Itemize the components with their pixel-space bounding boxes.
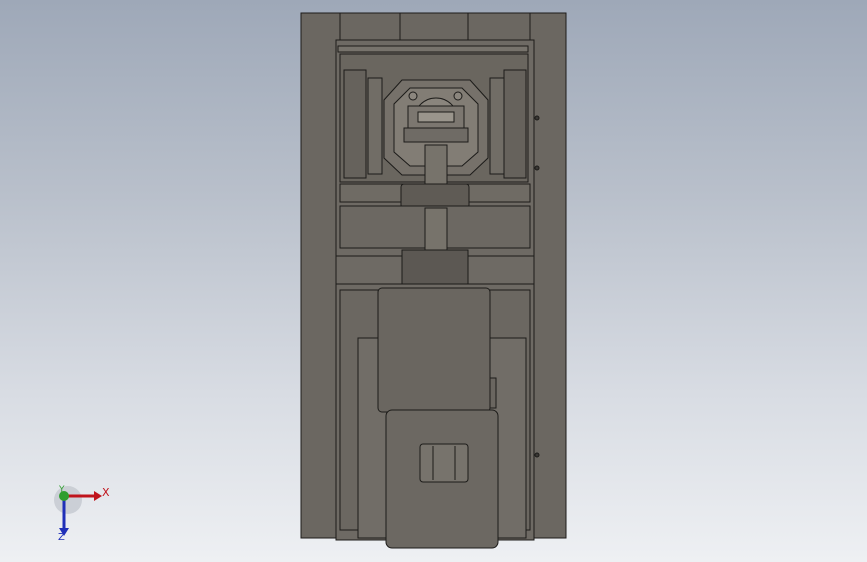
left-guide-outer	[343, 69, 367, 179]
middle-shaft	[424, 207, 448, 255]
coupling-slot	[417, 111, 455, 123]
side-fastener-lower	[534, 452, 540, 458]
axis-z-label: Z	[58, 532, 65, 543]
right-guide-outer	[503, 69, 527, 179]
motor-flange	[489, 377, 497, 409]
motor-terminal-box	[419, 443, 469, 483]
axis-x-label: X	[102, 486, 110, 499]
orientation-triad: X Y Z	[40, 478, 120, 548]
bolt-top-right	[453, 91, 463, 101]
side-fastener-upper	[534, 115, 540, 121]
axis-y-label: Y	[59, 485, 65, 495]
side-fastener-middle	[534, 165, 540, 171]
right-guide-inner	[489, 77, 505, 175]
top-rail	[337, 45, 529, 53]
upper-shaft	[424, 144, 448, 186]
motor-upper-body	[377, 287, 491, 413]
collar-upper	[400, 183, 470, 209]
cad-viewport[interactable]: X Y Z	[0, 0, 867, 562]
bolt-top-left	[408, 91, 418, 101]
collar-lower	[401, 249, 469, 285]
x-axis-arrow	[94, 491, 102, 501]
coupling-base	[403, 127, 469, 143]
assembly-model[interactable]	[0, 0, 867, 562]
left-guide-inner	[367, 77, 383, 175]
